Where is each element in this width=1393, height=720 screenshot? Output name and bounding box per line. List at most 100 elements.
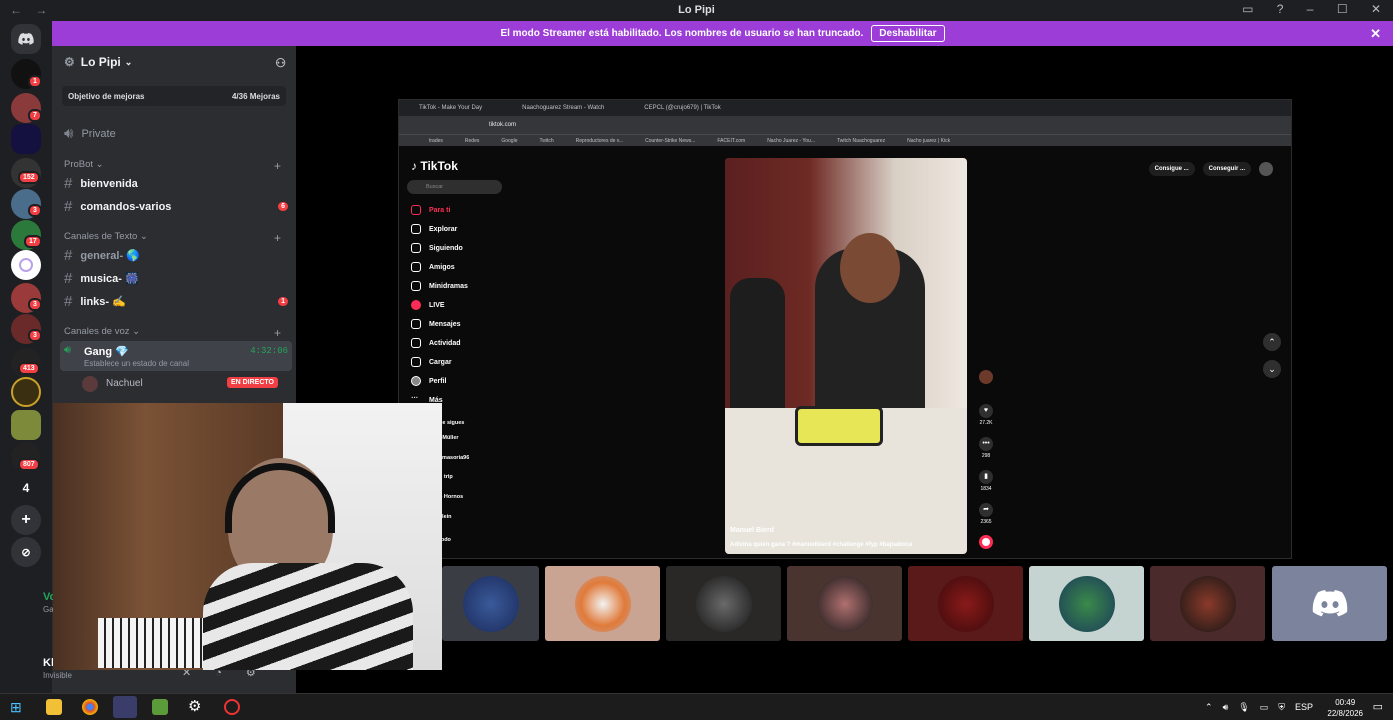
get-coins-button[interactable]: Consigue ... bbox=[1148, 162, 1195, 176]
bookmark[interactable]: Nacho juarez | Kick bbox=[907, 138, 950, 144]
nav-minidramas[interactable]: Minidramas bbox=[411, 281, 468, 291]
bookmark[interactable]: Counter-Strike News... bbox=[645, 138, 695, 144]
chevron-up-icon[interactable]: ⌃ bbox=[1263, 333, 1281, 351]
app-icon[interactable] bbox=[152, 699, 168, 715]
sound-disc[interactable] bbox=[977, 535, 995, 549]
disable-streamer-button[interactable]: Deshabilitar bbox=[871, 25, 945, 42]
help-button[interactable]: ? bbox=[1277, 2, 1284, 16]
microphone-icon[interactable]: 🎙︎ bbox=[1238, 702, 1249, 713]
participant-tile[interactable] bbox=[666, 566, 781, 641]
voice-channel-gang[interactable]: 🔊︎ Gang 💎 4:32:06 Establece un estado de… bbox=[60, 341, 292, 371]
minimize-button[interactable]: – bbox=[1307, 2, 1314, 16]
video-description: Adivina quien gana ? #manuelbierd #chall… bbox=[730, 542, 913, 548]
nav-perfil[interactable]: Perfil bbox=[411, 376, 447, 386]
like-button[interactable]: ♥ 27.2K bbox=[977, 404, 995, 426]
add-server-icon[interactable]: + bbox=[11, 505, 41, 535]
nav-para-ti[interactable]: Para ti bbox=[411, 205, 450, 215]
nav-explorar[interactable]: Explorar bbox=[411, 224, 457, 234]
obs-icon[interactable] bbox=[224, 699, 240, 715]
server-header[interactable]: ⚙ Lo Pipi ⌄ ⚇ bbox=[52, 46, 296, 78]
server-icon[interactable] bbox=[11, 124, 41, 154]
channel-musica[interactable]: # musica- 🎆 bbox=[60, 268, 292, 289]
volume-icon[interactable]: 🔊︎ bbox=[1223, 702, 1229, 713]
shield-icon[interactable]: ⛨ bbox=[1278, 702, 1285, 713]
nav-mensajes[interactable]: Mensajes bbox=[411, 319, 461, 329]
participant-tile[interactable] bbox=[545, 566, 660, 641]
bookmark[interactable]: Twitch bbox=[539, 138, 553, 144]
nav-siguiendo[interactable]: Siguiendo bbox=[411, 243, 463, 253]
nav-amigos[interactable]: Amigos bbox=[411, 262, 455, 272]
bookmark[interactable]: trades bbox=[429, 138, 443, 144]
participant-tile[interactable] bbox=[787, 566, 902, 641]
language-indicator[interactable]: ESP bbox=[1295, 702, 1313, 713]
boost-goal[interactable]: Objetivo de mejoras 4/36 Mejoras bbox=[62, 86, 286, 106]
close-window-button[interactable]: ✕ bbox=[1371, 2, 1381, 16]
bookmark[interactable]: Nacho Juarez - You... bbox=[767, 138, 815, 144]
add-member-icon[interactable]: ⚇ bbox=[275, 56, 286, 70]
nav-actividad[interactable]: Actividad bbox=[411, 338, 461, 348]
discord-taskbar-icon[interactable] bbox=[113, 696, 137, 718]
get-app-button[interactable]: Conseguir ... bbox=[1202, 162, 1251, 176]
participant-tile[interactable] bbox=[1150, 566, 1265, 641]
maximize-button[interactable]: ☐ bbox=[1337, 2, 1348, 16]
bookmark[interactable]: Redes bbox=[465, 138, 479, 144]
add-channel-icon[interactable]: + bbox=[274, 231, 281, 245]
following-account[interactable]: amasoria96 bbox=[439, 455, 469, 461]
voice-member[interactable]: Nachuel EN DIRECTO bbox=[82, 375, 292, 392]
taskbar-clock[interactable]: 00:49 22/8/2026 bbox=[1327, 697, 1363, 719]
close-banner-icon[interactable]: ✕ bbox=[1370, 26, 1381, 42]
participant-tile[interactable] bbox=[908, 566, 1023, 641]
browser-tab[interactable]: TikTok - Make Your Day bbox=[419, 105, 482, 111]
channel-general[interactable]: # general- 🌎 bbox=[60, 245, 292, 266]
save-button[interactable]: ▮ 1834 bbox=[977, 470, 995, 492]
server-icon[interactable] bbox=[11, 410, 41, 440]
windows-start-icon[interactable]: ⊞ bbox=[10, 699, 26, 715]
bookmark[interactable]: Google bbox=[501, 138, 517, 144]
share-button[interactable]: ➦ 2365 bbox=[977, 503, 995, 525]
category-probot[interactable]: ProBot ⌄ + bbox=[64, 159, 281, 173]
participant-tile[interactable] bbox=[1272, 566, 1387, 641]
bookmark[interactable]: FACEIT.com bbox=[717, 138, 745, 144]
notification-icon[interactable]: ▭ bbox=[1373, 700, 1383, 713]
file-explorer-icon[interactable] bbox=[46, 699, 62, 715]
add-channel-icon[interactable]: + bbox=[274, 159, 281, 173]
channel-bienvenida[interactable]: # bienvenida bbox=[60, 173, 292, 194]
chrome-icon[interactable] bbox=[82, 699, 98, 715]
discord-home-icon[interactable] bbox=[11, 24, 41, 54]
comment-button[interactable]: ••• 298 bbox=[977, 437, 995, 459]
channel-links[interactable]: # links- ✍ 1 bbox=[60, 291, 292, 312]
shared-screen[interactable]: TikTok - Make Your Day Naachoguarez Stre… bbox=[398, 99, 1292, 559]
server-icon[interactable] bbox=[11, 250, 41, 280]
chevron-up-icon[interactable]: ⌃ bbox=[1205, 702, 1213, 713]
bookmark[interactable]: Twitch Naachoguarez bbox=[837, 138, 885, 144]
chevron-down-icon[interactable]: ⌄ bbox=[1263, 360, 1281, 378]
discover-icon[interactable]: ⊘ bbox=[11, 537, 41, 567]
browser-tab[interactable]: CEPCL (@crujo679) | TikTok bbox=[644, 105, 720, 111]
participant-tile[interactable] bbox=[442, 566, 539, 641]
url-bar[interactable]: tiktok.com bbox=[399, 116, 1291, 134]
following-account[interactable]: o Hornos bbox=[439, 494, 463, 500]
tiktok-search[interactable]: Buscar bbox=[407, 180, 502, 194]
channel-comandos-varios[interactable]: # comandos-varios 6 bbox=[60, 196, 292, 217]
tiktok-video[interactable]: Manuel Bierd Adivina quien gana ? #manue… bbox=[725, 158, 967, 554]
video-author[interactable]: Manuel Bierd bbox=[730, 527, 912, 534]
voice-status-text[interactable]: Establece un estado de canal bbox=[84, 359, 189, 368]
tiktok-logo[interactable]: ♪ TikTok bbox=[411, 159, 458, 173]
channel-private[interactable]: 🔊︎ Private bbox=[60, 123, 292, 144]
gear-icon: ⚙ bbox=[64, 55, 75, 69]
author-avatar[interactable] bbox=[977, 370, 995, 384]
nav-live[interactable]: LIVE bbox=[411, 300, 445, 310]
browser-tab[interactable]: Naachoguarez Stream - Watch bbox=[522, 105, 604, 111]
nav-cargar[interactable]: Cargar bbox=[411, 357, 452, 367]
bookmark[interactable]: Reproductores de v... bbox=[576, 138, 623, 144]
category-texto[interactable]: Canales de Texto ⌄ + bbox=[64, 231, 281, 245]
network-icon[interactable]: ▭ bbox=[1260, 702, 1269, 713]
add-channel-icon[interactable]: + bbox=[274, 326, 281, 340]
category-voz[interactable]: Canales de voz ⌄ + bbox=[64, 326, 281, 340]
participant-tile[interactable] bbox=[1029, 566, 1144, 641]
inbox-button[interactable]: ▭ bbox=[1242, 2, 1253, 16]
server-folder-count[interactable]: 4 bbox=[11, 473, 41, 503]
profile-avatar-icon[interactable] bbox=[1259, 162, 1273, 176]
server-icon[interactable] bbox=[11, 377, 41, 407]
settings-icon[interactable]: ⚙ bbox=[188, 699, 204, 715]
